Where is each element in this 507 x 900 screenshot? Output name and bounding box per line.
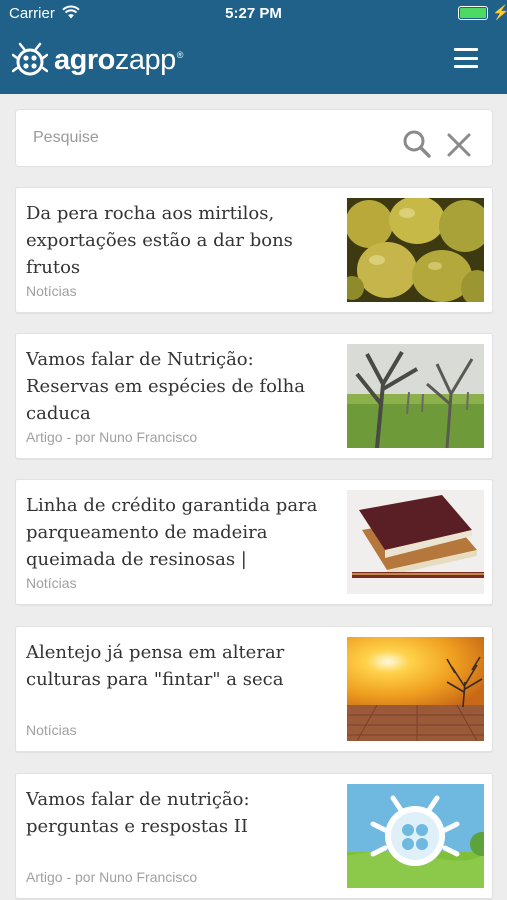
article-card[interactable]: Vamos falar de Nutrição: Reservas em esp… (15, 333, 493, 459)
orchard-image (347, 344, 484, 448)
article-card[interactable]: Vamos falar de nutrição: perguntas e res… (15, 773, 493, 899)
article-category: Notícias (26, 283, 77, 299)
article-card[interactable]: Da pera rocha aos mirtilos, exportações … (15, 187, 493, 313)
article-author: Artigo - por Nuno Francisco (26, 429, 198, 445)
clear-search-icon[interactable] (446, 132, 472, 158)
pears-image (347, 198, 484, 302)
article-card[interactable]: Alentejo já pensa em alterar culturas pa… (15, 626, 493, 752)
article-title: Da pera rocha aos mirtilos, exportações … (26, 203, 293, 278)
search-input[interactable] (33, 126, 393, 150)
books-image (347, 490, 484, 594)
article-thumbnail (347, 198, 484, 302)
article-card[interactable]: Linha de crédito garantida para parqueam… (15, 479, 493, 605)
article-title: Vamos falar de Nutrição: Reservas em esp… (26, 349, 305, 424)
article-thumbnail (347, 344, 484, 448)
article-category: Notícias (26, 575, 77, 591)
article-title: Linha de crédito garantida para parqueam… (26, 495, 318, 570)
hamburger-menu-icon[interactable] (454, 47, 478, 69)
article-thumbnail (347, 490, 484, 594)
app-logo[interactable]: agrozapp® (12, 40, 183, 80)
search-bar (15, 109, 493, 167)
agrozapp-logo-image (347, 784, 484, 888)
article-title: Vamos falar de nutrição: perguntas e res… (26, 789, 250, 837)
charging-icon: ⚡ (492, 4, 507, 20)
article-title: Alentejo já pensa em alterar culturas pa… (26, 642, 285, 690)
article-category: Notícias (26, 722, 77, 738)
clock: 5:27 PM (225, 5, 282, 22)
battery-icon (458, 6, 488, 20)
brand-name: agrozapp® (54, 43, 183, 76)
article-thumbnail (347, 784, 484, 888)
article-author: Artigo - por Nuno Francisco (26, 869, 198, 885)
drought-image (347, 637, 484, 741)
app-header: Carrier 5:27 PM ⚡ agrozapp® (0, 0, 507, 94)
status-bar: Carrier 5:27 PM ⚡ (0, 0, 507, 28)
search-icon[interactable] (402, 129, 432, 159)
article-thumbnail (347, 637, 484, 741)
ladybug-logo-icon (12, 42, 48, 76)
